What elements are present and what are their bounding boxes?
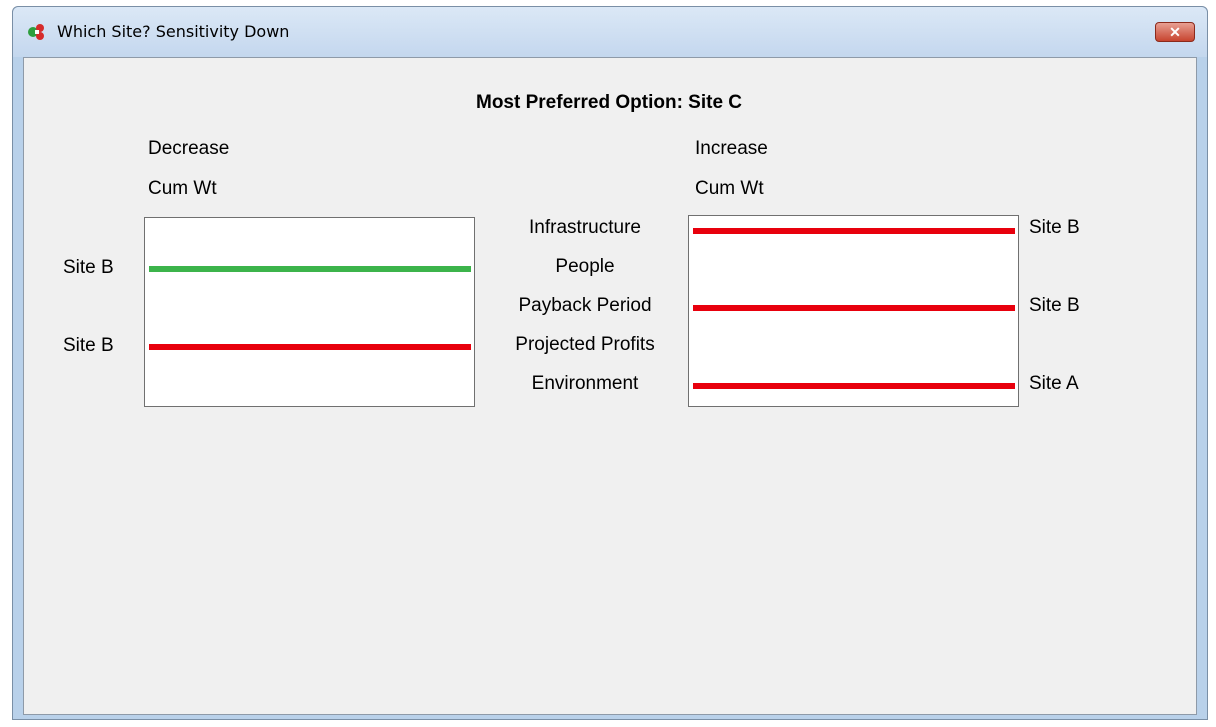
criterion-label: Infrastructure bbox=[529, 217, 641, 238]
sensitivity-window: Which Site? Sensitivity Down ✕ Most Pref… bbox=[12, 6, 1208, 720]
client-area: Most Preferred Option: Site C Decrease C… bbox=[23, 57, 1197, 715]
increase-site-label: Site B bbox=[1029, 217, 1080, 238]
close-icon: ✕ bbox=[1169, 24, 1181, 40]
window-title: Which Site? Sensitivity Down bbox=[57, 22, 290, 41]
increase-label: Increase bbox=[695, 138, 768, 159]
increase-bar-infrastructure[interactable] bbox=[693, 228, 1015, 234]
title-bar[interactable]: Which Site? Sensitivity Down ✕ bbox=[13, 7, 1207, 57]
criterion-label: Projected Profits bbox=[515, 334, 655, 355]
most-preferred-heading: Most Preferred Option: Site C bbox=[476, 92, 743, 113]
app-logo-icon bbox=[28, 24, 44, 40]
decrease-cum-wt-label: Cum Wt bbox=[148, 178, 217, 199]
decrease-label: Decrease bbox=[148, 138, 230, 159]
close-button[interactable]: ✕ bbox=[1155, 22, 1195, 42]
criterion-label: People bbox=[555, 256, 615, 277]
decrease-bar-projected-profits[interactable] bbox=[149, 344, 471, 350]
increase-bar-environment[interactable] bbox=[693, 383, 1015, 389]
criterion-label: Environment bbox=[531, 373, 639, 394]
increase-bar-payback-period[interactable] bbox=[693, 305, 1015, 311]
decrease-site-label: Site B bbox=[63, 335, 114, 356]
increase-cum-wt-label: Cum Wt bbox=[695, 178, 764, 199]
criterion-label: Payback Period bbox=[518, 295, 652, 316]
increase-site-label: Site B bbox=[1029, 295, 1080, 316]
increase-site-label: Site A bbox=[1029, 373, 1079, 394]
decrease-bar-people[interactable] bbox=[149, 266, 471, 272]
decrease-panel bbox=[144, 217, 475, 407]
increase-panel bbox=[688, 215, 1019, 407]
decrease-site-label: Site B bbox=[63, 257, 114, 278]
